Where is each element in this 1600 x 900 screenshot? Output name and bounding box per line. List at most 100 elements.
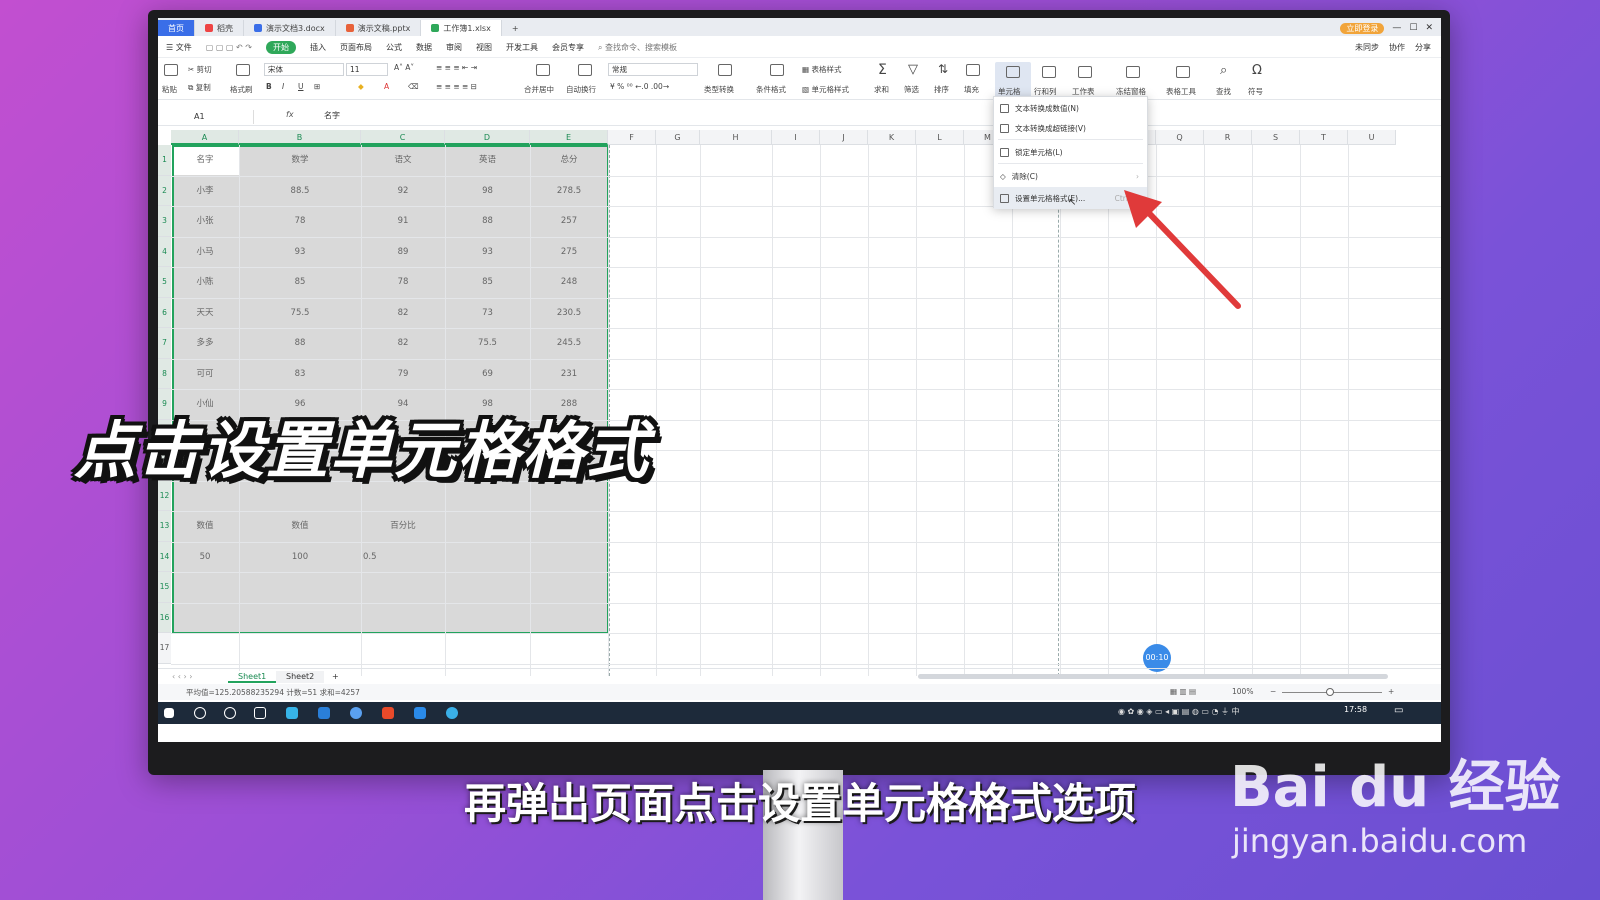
cond-format-label[interactable]: 条件格式 xyxy=(756,84,786,95)
menu-review[interactable]: 审阅 xyxy=(446,42,462,53)
share-button[interactable]: 分享 xyxy=(1415,42,1431,53)
table-cell[interactable]: 93 xyxy=(239,237,361,268)
table-cell[interactable]: 88 xyxy=(239,328,361,359)
system-tray-icons[interactable]: ◉ ✿ ◉ ◈ ▭ ◂ ▣ ▤ ◍ ▭ ◔ ⏚ 中 xyxy=(1118,706,1240,717)
name-box[interactable]: A1 xyxy=(168,110,254,124)
table-cell[interactable]: 总分 xyxy=(530,145,608,176)
column-header[interactable]: Q xyxy=(1156,130,1204,145)
row-header[interactable]: 6 xyxy=(158,297,171,328)
paste-icon[interactable] xyxy=(164,64,178,76)
table-cell[interactable]: 82 xyxy=(361,298,445,329)
column-header[interactable]: H xyxy=(700,130,772,145)
table-tools-icon[interactable] xyxy=(1176,66,1190,78)
table-style-button[interactable]: ▦ 表格样式 xyxy=(802,64,841,75)
edge-icon[interactable] xyxy=(318,707,330,719)
table-cell[interactable]: 278.5 xyxy=(530,176,608,207)
find-icon[interactable]: ⌕ xyxy=(1220,63,1227,78)
number-format-icons[interactable]: ¥ % ⁰⁰ ←.0 .00→ xyxy=(610,82,669,91)
maximize-icon[interactable]: ☐ xyxy=(1409,23,1417,33)
menu-item-text-to-hyperlink[interactable]: 文本转换成超链接(V) xyxy=(994,117,1147,139)
number-format-select[interactable]: 常规 xyxy=(608,63,698,76)
table-cell[interactable]: 92 xyxy=(361,176,445,207)
row-header[interactable]: 17 xyxy=(158,633,171,664)
sheet-tab-2[interactable]: Sheet2 xyxy=(276,671,325,683)
table-cell[interactable]: 78 xyxy=(239,206,361,237)
quick-access-icons[interactable]: ▢ ▢ ▢ ↶ ↷ xyxy=(206,43,252,52)
table-cell[interactable]: 75.5 xyxy=(445,328,530,359)
menu-data[interactable]: 数据 xyxy=(416,42,432,53)
app-icon[interactable] xyxy=(350,707,362,719)
function-icon[interactable]: fx xyxy=(286,110,294,119)
cut-button[interactable]: ✂ 剪切 xyxy=(188,64,212,75)
table-cell[interactable]: 98 xyxy=(445,176,530,207)
cortana-icon[interactable] xyxy=(224,707,236,719)
table-cell[interactable]: 小李 xyxy=(171,176,239,207)
row-header[interactable]: 1 xyxy=(158,145,171,176)
table-cell[interactable]: 85 xyxy=(239,267,361,298)
formula-input[interactable]: 名字 xyxy=(324,110,340,121)
column-header[interactable]: G xyxy=(656,130,700,145)
menu-item-text-to-number[interactable]: 文本转换成数值(N) xyxy=(994,97,1147,119)
copy-button[interactable]: ⧉ 复制 xyxy=(188,82,211,93)
font-grow-icon[interactable]: A˄ A˅ xyxy=(394,63,414,72)
table-cell[interactable]: 名字 xyxy=(171,145,239,176)
table-cell[interactable]: 245.5 xyxy=(530,328,608,359)
table-cell[interactable]: 78 xyxy=(361,267,445,298)
table-cell[interactable]: 88.5 xyxy=(239,176,361,207)
table-cell[interactable]: 231 xyxy=(530,359,608,390)
merge-label[interactable]: 合并居中 xyxy=(524,84,554,95)
italic-icon[interactable]: I xyxy=(282,82,284,91)
table-cell[interactable]: 93 xyxy=(445,237,530,268)
new-tab-button[interactable]: + xyxy=(502,20,529,36)
menu-developer[interactable]: 开发工具 xyxy=(506,42,538,53)
column-header[interactable]: U xyxy=(1348,130,1396,145)
bold-icon[interactable]: B xyxy=(266,82,272,91)
collaborate-button[interactable]: 协作 xyxy=(1389,42,1405,53)
sum-label[interactable]: 求和 xyxy=(874,84,889,95)
notification-icon[interactable]: ▭ xyxy=(1394,705,1403,716)
fill-icon[interactable] xyxy=(966,64,980,76)
browser-icon[interactable] xyxy=(286,707,298,719)
tab-pptx[interactable]: 演示文稿.pptx xyxy=(336,20,422,36)
column-header[interactable]: J xyxy=(820,130,868,145)
table-cell[interactable]: 50 xyxy=(171,542,239,573)
table-cell[interactable]: 89 xyxy=(361,237,445,268)
table-cell[interactable]: 数值 xyxy=(171,511,239,542)
align-left-icons[interactable]: ≡ ≡ ≡ ≡ ⊟ xyxy=(436,82,477,91)
table-cell[interactable]: 数学 xyxy=(239,145,361,176)
cell-style-button[interactable]: ▧ 单元格样式 xyxy=(802,84,849,95)
close-icon[interactable]: ✕ xyxy=(1425,23,1433,33)
table-cell[interactable]: 可可 xyxy=(171,359,239,390)
search-icon[interactable] xyxy=(194,707,206,719)
file-menu[interactable]: ☰ 文件 xyxy=(166,42,192,53)
task-view-icon[interactable] xyxy=(254,707,266,719)
row-header[interactable]: 2 xyxy=(158,175,171,206)
column-header[interactable]: R xyxy=(1204,130,1252,145)
find-label[interactable]: 查找 xyxy=(1216,86,1231,97)
table-cell[interactable]: 248 xyxy=(530,267,608,298)
menu-member[interactable]: 会员专享 xyxy=(552,42,584,53)
table-cell[interactable]: 百分比 xyxy=(361,511,445,542)
table-cell[interactable]: 79 xyxy=(361,359,445,390)
table-cell[interactable]: 88 xyxy=(445,206,530,237)
add-sheet-button[interactable]: + xyxy=(322,671,349,683)
row-header[interactable]: 13 xyxy=(158,511,171,542)
symbol-label[interactable]: 符号 xyxy=(1248,86,1263,97)
menu-insert[interactable]: 插入 xyxy=(310,42,326,53)
menu-view[interactable]: 视图 xyxy=(476,42,492,53)
app-icon-2[interactable] xyxy=(414,707,426,719)
sheet-icon[interactable] xyxy=(1078,66,1092,78)
wps-icon[interactable] xyxy=(382,707,394,719)
table-cell[interactable]: 69 xyxy=(445,359,530,390)
row-header[interactable]: 7 xyxy=(158,328,171,359)
table-cell[interactable]: 82 xyxy=(361,328,445,359)
clear-format-icon[interactable]: ⌫ xyxy=(408,82,419,91)
windows-start-icon[interactable] xyxy=(164,708,174,718)
sort-label[interactable]: 排序 xyxy=(934,84,949,95)
table-cell[interactable]: 100 xyxy=(239,542,361,573)
symbol-icon[interactable]: Ω xyxy=(1252,63,1262,78)
border-icon[interactable]: ⊞ xyxy=(314,82,320,91)
table-cell[interactable]: 语文 xyxy=(361,145,445,176)
filter-icon[interactable]: ▽ xyxy=(908,62,918,77)
column-header[interactable]: S xyxy=(1252,130,1300,145)
